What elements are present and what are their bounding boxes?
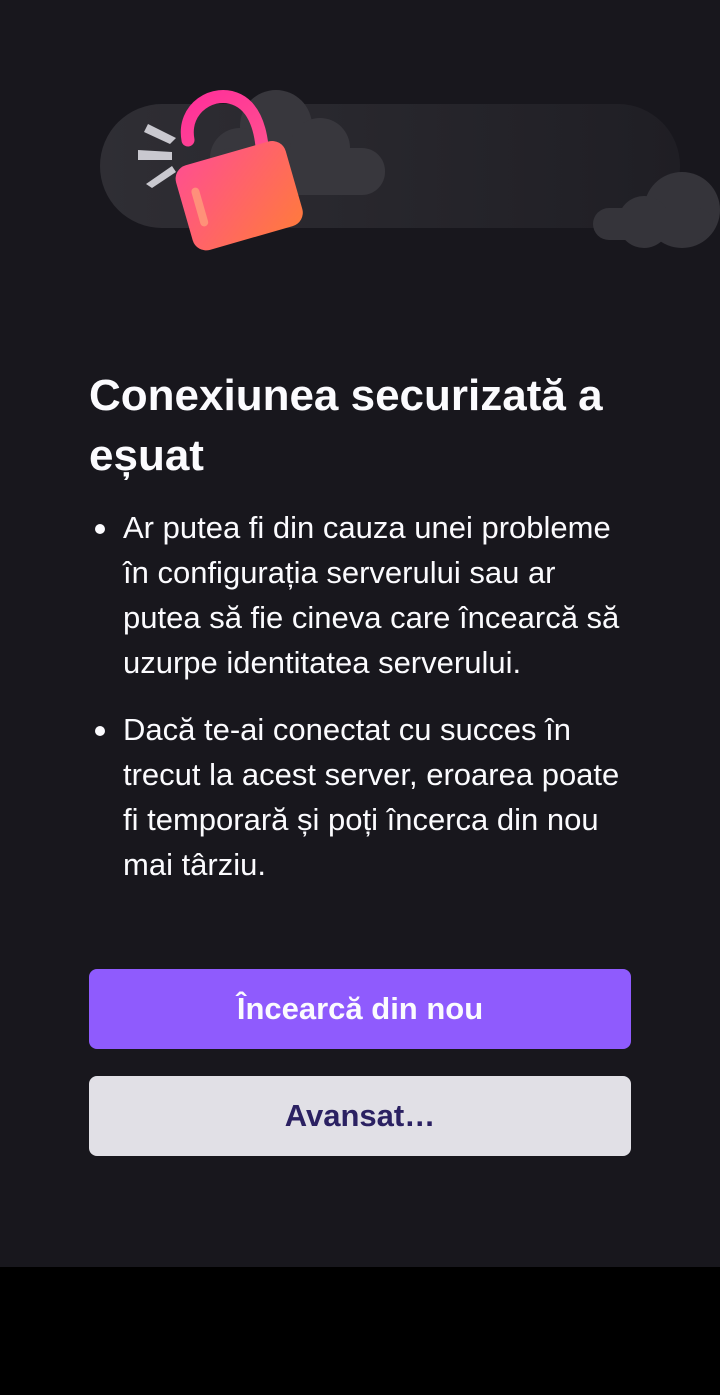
reason-text: Ar putea fi din cauza unei probleme în c… xyxy=(123,510,620,680)
advanced-button[interactable]: Avansat… xyxy=(89,1076,631,1156)
bullet-icon xyxy=(95,524,105,534)
reason-list: Ar putea fi din cauza unei probleme în c… xyxy=(89,505,629,909)
page-title: Conexiunea securizată a eșuat xyxy=(89,371,603,480)
error-illustration xyxy=(100,90,720,251)
system-navigation-bar xyxy=(0,1267,720,1395)
error-screen: Conexiunea securizată a eșuat Ar putea f… xyxy=(0,0,720,1267)
bullet-icon xyxy=(95,726,105,736)
list-item: Ar putea fi din cauza unei probleme în c… xyxy=(89,505,629,685)
list-item: Dacă te-ai conectat cu succes în trecut … xyxy=(89,707,629,887)
reason-text: Dacă te-ai conectat cu succes în trecut … xyxy=(123,712,620,882)
try-again-button[interactable]: Încearcă din nou xyxy=(89,969,631,1049)
